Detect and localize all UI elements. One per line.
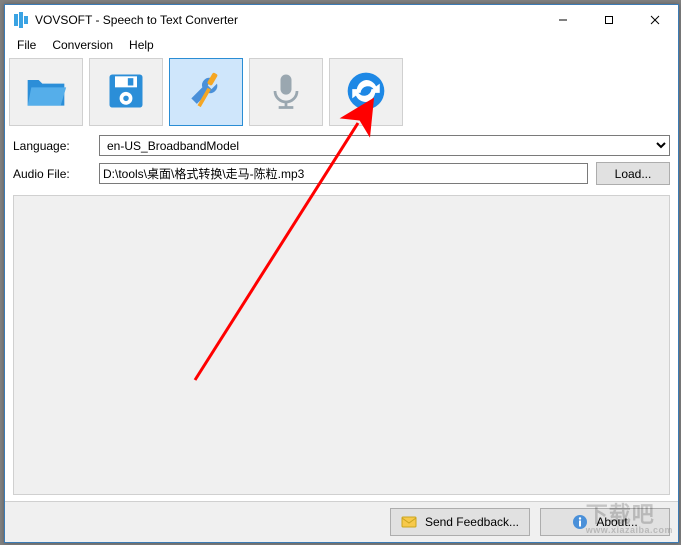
toolbar-save-button[interactable]: [89, 58, 163, 126]
app-window: VOVSOFT - Speech to Text Converter File …: [4, 4, 679, 543]
bottom-bar: Send Feedback... About...: [5, 501, 678, 542]
close-button[interactable]: [632, 5, 678, 35]
audio-file-label: Audio File:: [13, 167, 99, 181]
refresh-icon: [344, 69, 388, 116]
audio-file-input[interactable]: [99, 163, 588, 184]
load-button[interactable]: Load...: [596, 162, 670, 185]
info-icon: [572, 514, 588, 530]
save-icon: [104, 69, 148, 116]
menu-file[interactable]: File: [9, 36, 44, 54]
mail-icon: [401, 514, 417, 530]
titlebar: VOVSOFT - Speech to Text Converter: [5, 5, 678, 35]
about-button[interactable]: About...: [540, 508, 670, 536]
about-label: About...: [596, 515, 637, 529]
maximize-button[interactable]: [586, 5, 632, 35]
audio-file-row: Audio File: Load...: [13, 162, 670, 185]
window-title: VOVSOFT - Speech to Text Converter: [35, 13, 540, 27]
toolbar-record-button[interactable]: [249, 58, 323, 126]
app-icon: [13, 12, 29, 28]
send-feedback-label: Send Feedback...: [425, 515, 519, 529]
menu-conversion[interactable]: Conversion: [44, 36, 121, 54]
send-feedback-button[interactable]: Send Feedback...: [390, 508, 530, 536]
microphone-icon: [264, 69, 308, 116]
tools-icon: [184, 69, 228, 116]
window-controls: [540, 5, 678, 35]
output-area[interactable]: [13, 195, 670, 495]
language-select[interactable]: en-US_BroadbandModel: [99, 135, 670, 156]
toolbar-convert-button[interactable]: [329, 58, 403, 126]
language-label: Language:: [13, 139, 99, 153]
toolbar-settings-button[interactable]: [169, 58, 243, 126]
folder-open-icon: [24, 69, 68, 116]
form-area: Language: en-US_BroadbandModel Audio Fil…: [5, 129, 678, 195]
language-row: Language: en-US_BroadbandModel: [13, 135, 670, 156]
toolbar: [5, 55, 678, 129]
minimize-button[interactable]: [540, 5, 586, 35]
menu-help[interactable]: Help: [121, 36, 162, 54]
toolbar-open-button[interactable]: [9, 58, 83, 126]
menubar: File Conversion Help: [5, 35, 678, 55]
